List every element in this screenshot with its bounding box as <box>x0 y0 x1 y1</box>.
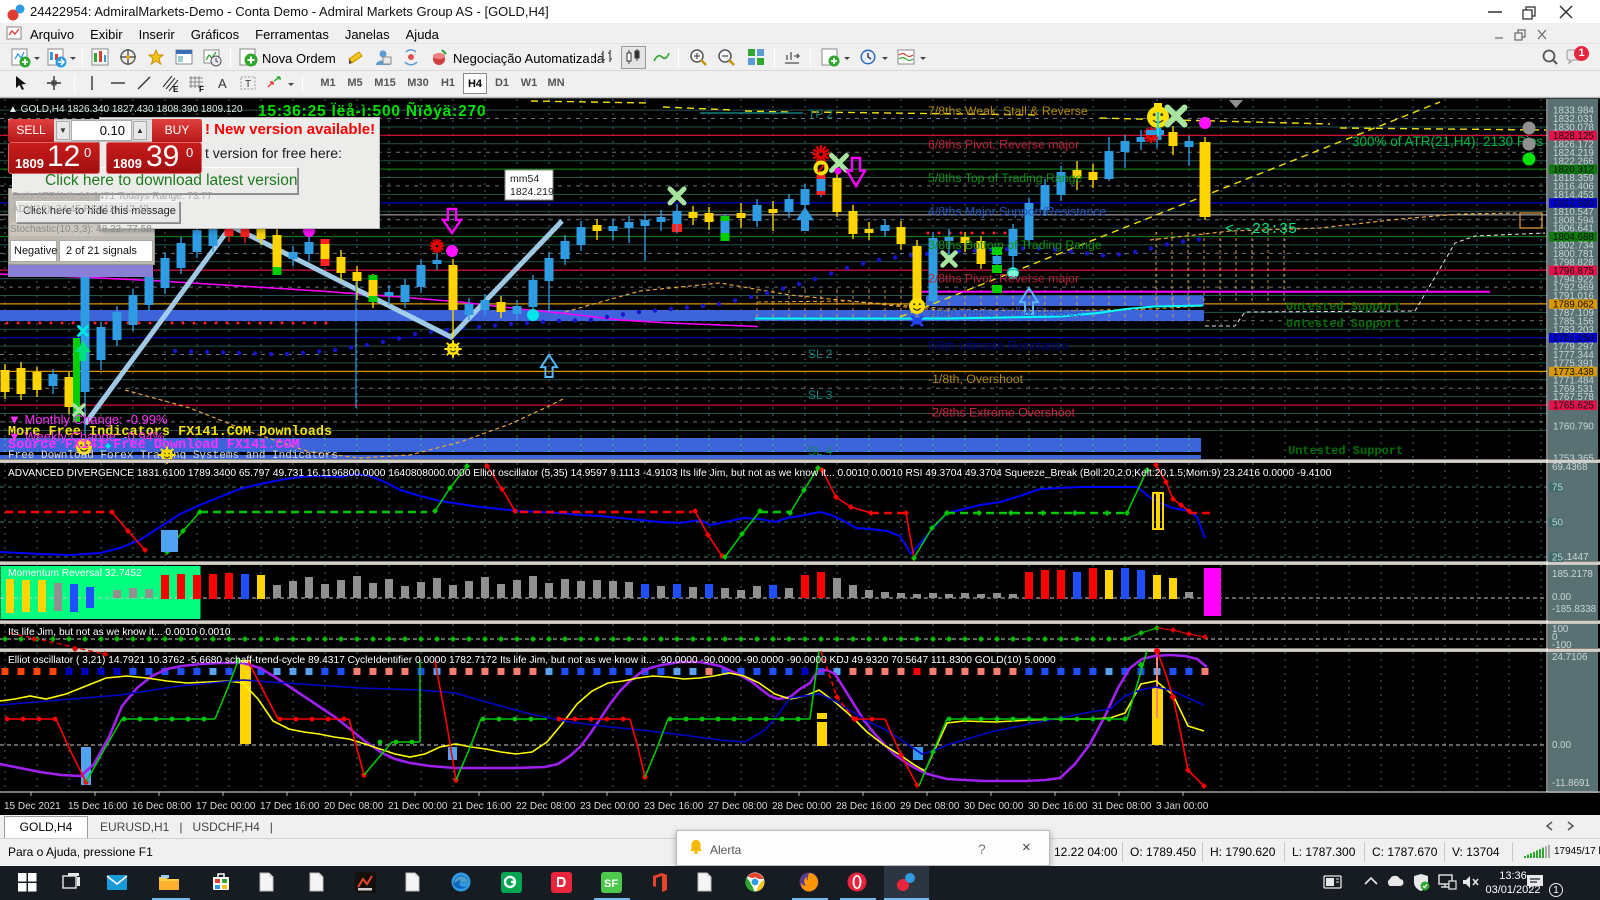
svg-text:20 Dec 08:00: 20 Dec 08:00 <box>324 801 384 812</box>
svg-text:ADVANCED DIVERGENCE 1831.6100: ADVANCED DIVERGENCE 1831.6100 1789.3400 … <box>8 468 1332 479</box>
svg-text:30 Dec 16:00: 30 Dec 16:00 <box>1028 801 1088 812</box>
svg-text:-1/8th, Overshoot: -1/8th, Overshoot <box>928 372 1024 386</box>
svg-text:SF: SF <box>604 878 618 890</box>
svg-text:15 Dec 16:00: 15 Dec 16:00 <box>68 801 128 812</box>
svg-text:5/8ths Top of Trading Range: 5/8ths Top of Trading Range <box>928 171 1082 185</box>
svg-text:0/8th Ultimate Resistance: 0/8th Ultimate Resistance <box>928 339 1068 353</box>
svg-text:2/8ths Pivot, Reverse major: 2/8ths Pivot, Reverse major <box>928 272 1079 286</box>
svg-text:SL 2: SL 2 <box>808 347 833 361</box>
svg-text:24.7106: 24.7106 <box>1552 652 1588 663</box>
svg-text:Elliot oscillator ( 3,21) 14.7: Elliot oscillator ( 3,21) 14.7921 10.376… <box>8 655 1056 666</box>
svg-text:7/8ths Weak, Stall & Reverse: 7/8ths Weak, Stall & Reverse <box>928 104 1088 118</box>
svg-text:0.00: 0.00 <box>1552 740 1572 751</box>
svg-text:16 Dec 08:00: 16 Dec 08:00 <box>132 801 192 812</box>
svg-text:300% of ATR(21,H4): 2130 Pips: 300% of ATR(21,H4): 2130 Pips <box>1352 134 1543 149</box>
svg-text:22 Dec 08:00: 22 Dec 08:00 <box>516 801 576 812</box>
svg-text:25: 25 <box>1552 553 1563 564</box>
svg-text:Untested Support: Untested Support <box>1286 300 1401 314</box>
svg-text:-185.8338: -185.8338 <box>1552 604 1597 615</box>
svg-text:1/8th Weak, Stall & Reverse: 1/8th Weak, Stall & Reverse <box>928 305 1082 319</box>
svg-text:SL 4: SL 4 <box>808 444 833 458</box>
svg-text:21 Dec 00:00: 21 Dec 00:00 <box>388 801 448 812</box>
svg-text:3 Jan 00:00: 3 Jan 00:00 <box>1156 801 1209 812</box>
svg-text:23 Dec 00:00: 23 Dec 00:00 <box>580 801 640 812</box>
svg-text:27 Dec 08:00: 27 Dec 08:00 <box>708 801 768 812</box>
svg-text:29 Dec 08:00: 29 Dec 08:00 <box>900 801 960 812</box>
svg-text:Untested Support: Untested Support <box>1288 444 1403 458</box>
svg-text:15 Dec 2021: 15 Dec 2021 <box>4 801 61 812</box>
svg-text:-2/8ths Extreme Overshoot: -2/8ths Extreme Overshoot <box>928 406 1076 420</box>
svg-text:69.4368: 69.4368 <box>1552 462 1588 473</box>
svg-text:mm54: mm54 <box>510 173 539 185</box>
svg-text:185.2178: 185.2178 <box>1552 569 1593 580</box>
svg-text:31 Dec 08:00: 31 Dec 08:00 <box>1092 801 1152 812</box>
svg-text:17 Dec 00:00: 17 Dec 00:00 <box>196 801 256 812</box>
svg-text:Untested Support: Untested Support <box>1286 317 1401 331</box>
svg-text:17 Dec 16:00: 17 Dec 16:00 <box>260 801 320 812</box>
svg-text:SL 3: SL 3 <box>808 388 833 402</box>
svg-text:75: 75 <box>1552 483 1563 494</box>
svg-text:30 Dec 00:00: 30 Dec 00:00 <box>964 801 1024 812</box>
svg-text:TP 2: TP 2 <box>808 107 833 121</box>
svg-text:6/8ths Pivot, Reverse major: 6/8ths Pivot, Reverse major <box>928 138 1079 152</box>
svg-text:-100: -100 <box>1552 640 1572 651</box>
svg-text:<--23:35: <--23:35 <box>1225 221 1297 238</box>
svg-text:28 Dec 16:00: 28 Dec 16:00 <box>836 801 896 812</box>
svg-text:1765.625: 1765.625 <box>1553 401 1594 412</box>
svg-text:23 Dec 16:00: 23 Dec 16:00 <box>644 801 704 812</box>
svg-text:.1447: .1447 <box>1564 552 1589 563</box>
svg-text:28 Dec 00:00: 28 Dec 00:00 <box>772 801 832 812</box>
svg-text:Momentum Reversal 32.7452: Momentum Reversal 32.7452 <box>8 568 142 579</box>
svg-text:Its life Jim, but not as we kn: Its life Jim, but not as we know it... 0… <box>8 627 231 638</box>
svg-text:1824.219: 1824.219 <box>510 186 554 198</box>
svg-text:-11.8691: -11.8691 <box>1552 778 1590 789</box>
svg-text:50: 50 <box>1552 518 1563 529</box>
svg-text:4/8ths Major Support/Resistanc: 4/8ths Major Support/Resistance <box>928 205 1107 219</box>
svg-text:▲ GOLD,H4 1826.340 1827.430 1: ▲ GOLD,H4 1826.340 1827.430 1808.390 180… <box>8 104 243 115</box>
svg-text:0.00: 0.00 <box>1552 592 1572 603</box>
svg-text:1760.790: 1760.790 <box>1553 422 1594 433</box>
svg-text:21 Dec 16:00: 21 Dec 16:00 <box>452 801 512 812</box>
svg-text:3/8ths Bottom of Trading Range: 3/8ths Bottom of Trading Range <box>928 238 1102 252</box>
